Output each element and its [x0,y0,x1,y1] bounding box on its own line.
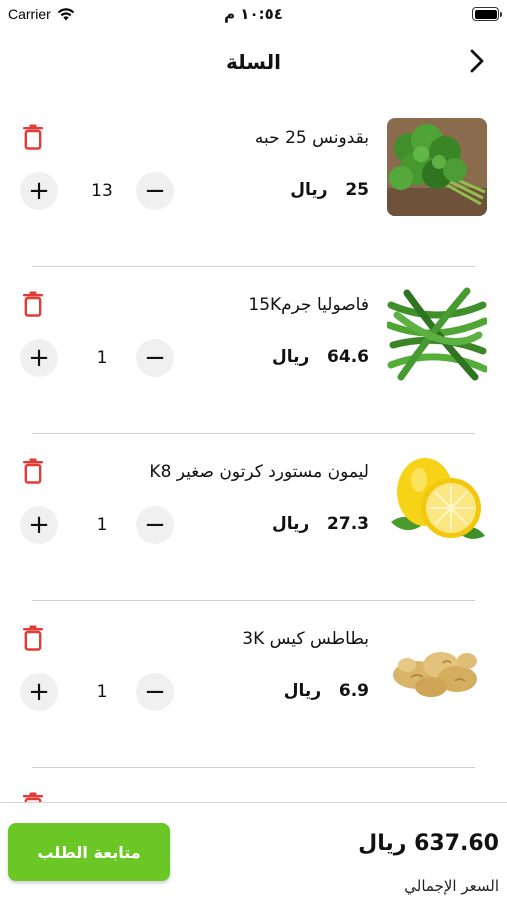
product-name: ليمون مستورد كرتون صغير K8 [149,462,369,482]
status-bar: Carrier ١٠:٥٤ م [0,0,507,30]
decrease-quantity-button[interactable]: − [136,339,174,377]
plus-icon: + [28,510,50,540]
plus-icon: + [28,176,50,206]
product-price: 27.3 ريال [272,514,369,534]
battery-icon [472,7,502,21]
status-time: ١٠:٥٤ م [224,5,283,23]
trash-icon [23,792,43,802]
checkout-bar: متابعة الطلب 637.60 ريال السعر الإجمالي [0,802,507,900]
nav-bar: السلة [0,40,507,84]
delete-button[interactable] [22,124,44,150]
decrease-quantity-button[interactable]: − [136,673,174,711]
increase-quantity-button[interactable]: + [20,172,58,210]
minus-icon: − [144,343,166,373]
cart-item: فاصوليا جرم15K 64.6 ريال − 1 + [0,267,507,434]
delete-button[interactable] [22,291,44,317]
cart-list[interactable]: بقدونس 25 حبه 25 ريال − 13 + فاصوليا جرم… [0,100,507,802]
delete-button[interactable] [22,458,44,484]
increase-quantity-button[interactable]: + [20,339,58,377]
total-price-label: السعر الإجمالي [404,877,499,895]
product-price: 6.9 ريال [284,681,369,701]
increase-quantity-button[interactable]: + [20,506,58,544]
currency-label: ريال [271,347,310,367]
quantity-value: 1 [96,682,108,702]
quantity-value: 13 [91,181,113,201]
trash-icon [23,124,43,150]
product-price: 64.6 ريال [272,347,369,367]
price-value: 64.6 [327,347,369,367]
back-button[interactable] [465,48,489,74]
trash-icon [23,625,43,651]
quantity-value: 1 [96,348,108,368]
product-name: بقدونس 25 حبه [254,128,369,148]
minus-icon: − [144,510,166,540]
trash-icon [23,291,43,317]
cart-item: ليمون مستورد كرتون صغير K8 27.3 ريال − 1… [0,434,507,601]
page-title: السلة [225,50,281,74]
product-image-lemon [387,452,487,550]
product-image-ginger [387,619,487,717]
cart-item: بطاطس كيس 3K 6.9 ريال − 1 + [0,601,507,768]
product-image-green-beans [387,285,487,383]
currency-label: ريال [271,514,310,534]
price-value: 27.3 [327,514,369,534]
product-price: 25 ريال [290,180,369,200]
product-name: فاصوليا جرم15K [248,295,369,315]
cart-item: بقدونس 25 حبه 25 ريال − 13 + [0,100,507,267]
cart-item [0,768,507,802]
quantity-value: 1 [96,515,108,535]
plus-icon: + [28,677,50,707]
currency-label: ريال [290,180,328,200]
delete-button[interactable] [22,625,44,651]
delete-button[interactable] [22,792,44,802]
price-value: 6.9 [338,681,369,701]
currency-label: ريال [283,681,322,701]
checkout-button[interactable]: متابعة الطلب [8,823,170,881]
product-image-parsley [387,118,487,216]
decrease-quantity-button[interactable]: − [136,172,174,210]
decrease-quantity-button[interactable]: − [136,506,174,544]
minus-icon: − [144,677,166,707]
plus-icon: + [28,343,50,373]
product-name: بطاطس كيس 3K [242,629,369,649]
price-value: 25 [345,180,369,200]
trash-icon [23,458,43,484]
total-price: 637.60 ريال [358,831,499,856]
minus-icon: − [144,176,166,206]
increase-quantity-button[interactable]: + [20,673,58,711]
chevron-right-icon [470,49,484,73]
